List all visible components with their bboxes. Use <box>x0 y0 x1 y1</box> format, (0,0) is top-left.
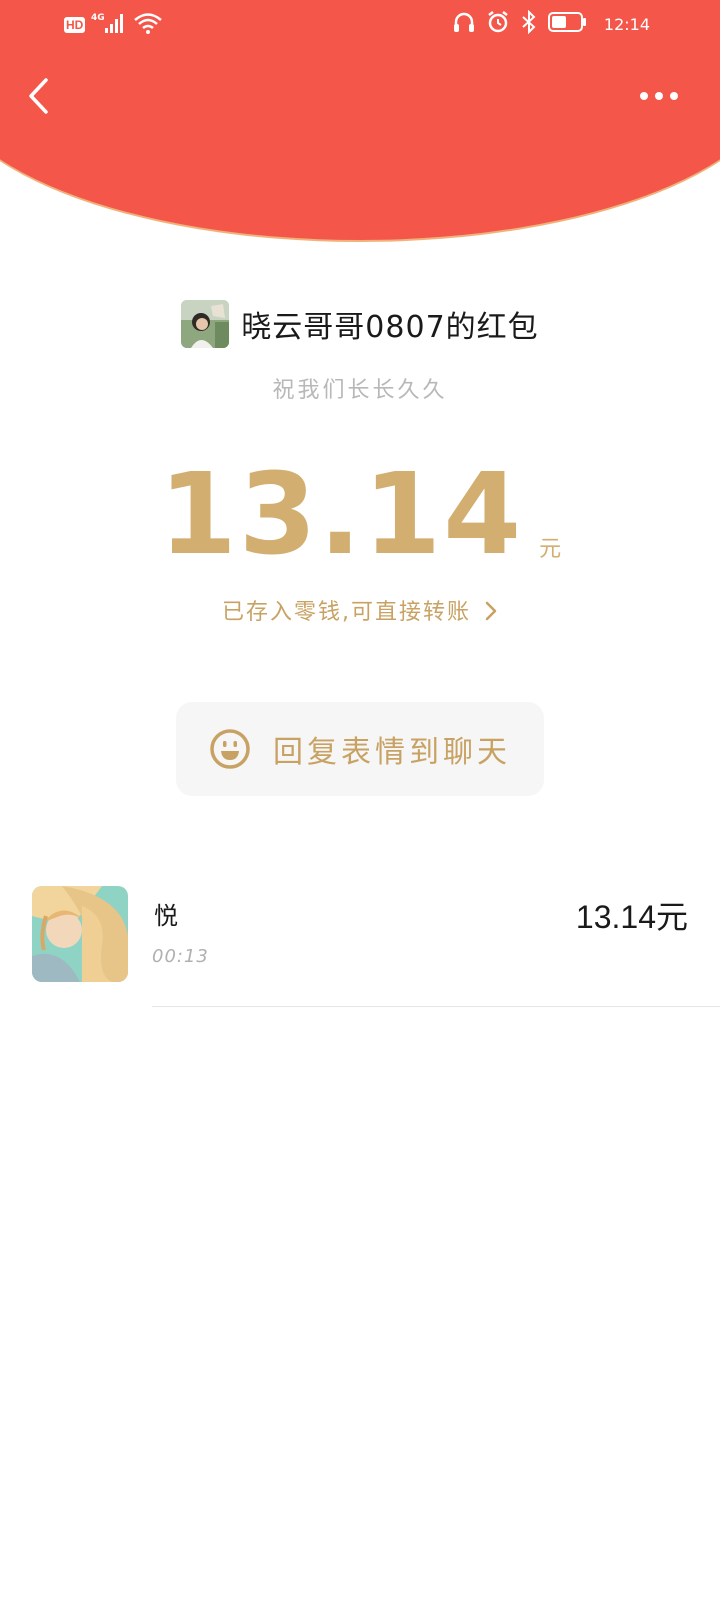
divider <box>152 1006 720 1007</box>
red-packet-title: 晓云哥哥0807的红包 <box>241 310 539 345</box>
more-options-button[interactable] <box>634 78 684 114</box>
list-item[interactable]: 悦 00:13 13.14元 <box>0 884 720 1008</box>
network-type-label: 4G <box>91 13 105 23</box>
hd-badge: HD <box>64 17 86 33</box>
chevron-left-icon <box>29 78 48 114</box>
bluetooth-icon <box>520 9 538 38</box>
amount-row: 13.14 元 <box>0 455 720 575</box>
status-left: HD 4G <box>64 12 163 38</box>
more-dots-icon <box>640 92 678 100</box>
battery-icon <box>547 11 588 37</box>
saved-to-change-link[interactable]: 已存入零钱,可直接转账 <box>0 594 720 626</box>
back-button[interactable] <box>18 74 58 118</box>
blessing-text: 祝我们长长久久 <box>272 378 448 403</box>
headphones-icon <box>452 10 476 38</box>
reply-button-label: 回复表情到聊天 <box>273 735 511 770</box>
cellular-signal-icon: 4G <box>91 12 127 38</box>
smiley-face-icon <box>210 729 250 769</box>
chevron-right-icon <box>485 601 497 621</box>
alarm-icon <box>486 10 510 38</box>
sender-avatar <box>181 300 230 348</box>
received-amount: 13.14元 <box>575 899 688 935</box>
red-packet-detail-screen: HD 4G 12:14 晓云哥哥0807的红包 祝我们长长久久 13.14 元 … <box>0 0 720 1600</box>
sender-row: 晓云哥哥0807的红包 <box>0 300 720 348</box>
saved-to-change-label: 已存入零钱,可直接转账 <box>222 600 471 625</box>
receive-time: 00:13 <box>152 946 209 967</box>
status-right: 12:14 <box>452 9 650 38</box>
amount-value: 13.14 <box>158 450 524 580</box>
status-bar: HD 4G 12:14 <box>0 0 720 50</box>
status-time: 12:14 <box>603 14 650 34</box>
amount-unit: 元 <box>539 537 562 562</box>
nav-bar <box>0 60 720 130</box>
wifi-icon <box>133 12 163 38</box>
receiver-name: 悦 <box>154 902 178 930</box>
receiver-avatar <box>32 886 128 982</box>
reply-emoji-to-chat-button[interactable]: 回复表情到聊天 <box>176 702 544 796</box>
